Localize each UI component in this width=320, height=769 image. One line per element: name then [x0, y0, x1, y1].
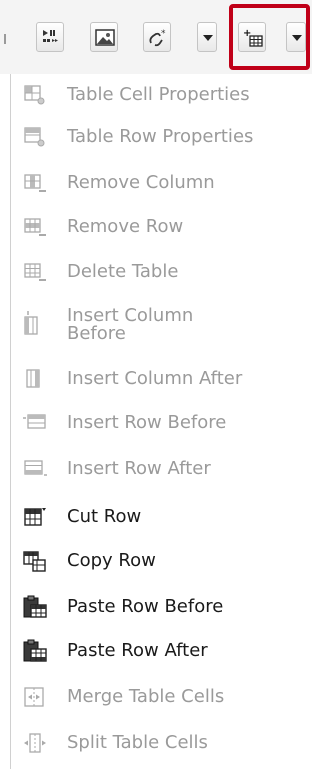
svg-text:*: *	[161, 29, 166, 39]
menu-item-label: Table Cell Properties	[67, 84, 250, 105]
menu-item-insert-column-before[interactable]: Insert Column Before	[11, 300, 313, 354]
insert-row-before-icon	[23, 411, 47, 435]
menu-item-remove-column[interactable]: Remove Column	[11, 162, 313, 204]
menu-item-insert-column-after[interactable]: Insert Column After	[11, 358, 313, 400]
menu-item-remove-row[interactable]: Remove Row	[11, 206, 313, 248]
insert-image-button[interactable]	[90, 22, 118, 52]
menu-item-insert-row-after[interactable]: Insert Row After	[11, 448, 313, 490]
remove-column-icon	[23, 171, 47, 195]
menu-item-label: Paste Row Before	[67, 596, 224, 617]
menu-item-insert-row-before[interactable]: Insert Row Before	[11, 402, 313, 444]
insert-table-button[interactable]: +	[238, 22, 266, 52]
table-dropdown-menu: Table Cell Properties Table Row Properti…	[10, 74, 313, 769]
table-cell-properties-icon	[23, 83, 47, 107]
menu-item-split-table-cells[interactable]: Split Table Cells	[11, 722, 313, 764]
split-table-cells-icon	[23, 731, 47, 755]
media-player-button[interactable]	[36, 22, 64, 52]
menu-item-label: Merge Table Cells	[67, 686, 225, 707]
menu-item-table-row-properties[interactable]: Table Row Properties	[11, 116, 313, 158]
delete-table-icon	[23, 260, 47, 284]
menu-item-label: Delete Table	[67, 261, 179, 282]
insert-row-after-icon	[23, 457, 47, 481]
menu-item-label: Insert Row Before	[67, 412, 227, 433]
menu-item-copy-row[interactable]: Copy Row	[11, 540, 313, 582]
menu-item-label: Remove Row	[67, 216, 184, 237]
insert-column-after-icon	[23, 367, 47, 391]
menu-item-label: Cut Row	[67, 506, 142, 527]
menu-item-label: Insert Row After	[67, 458, 211, 479]
menu-item-label: Split Table Cells	[67, 732, 208, 753]
menu-item-label: Paste Row After	[67, 640, 208, 661]
link-dropdown-button[interactable]	[197, 22, 217, 52]
remove-row-icon	[23, 215, 47, 239]
cut-row-icon	[23, 505, 47, 529]
toolbar-separator	[4, 34, 12, 44]
menu-item-paste-row-after[interactable]: Paste Row After	[11, 630, 313, 672]
menu-item-label: Insert Column After	[67, 368, 243, 389]
table-row-properties-icon	[23, 125, 47, 149]
menu-item-label: Insert Column Before	[67, 305, 194, 344]
paste-row-after-icon	[23, 639, 47, 663]
copy-row-icon	[23, 549, 47, 573]
menu-item-delete-table[interactable]: Delete Table	[11, 251, 313, 293]
table-dropdown-button[interactable]	[286, 22, 306, 52]
menu-item-cut-row[interactable]: Cut Row	[11, 496, 313, 538]
menu-item-label: Copy Row	[67, 550, 156, 571]
insert-column-before-icon	[23, 310, 47, 335]
insert-link-button[interactable]: *	[143, 22, 171, 52]
menu-item-label: Table Row Properties	[67, 126, 254, 147]
menu-item-table-cell-properties[interactable]: Table Cell Properties	[11, 74, 313, 116]
menu-item-label: Remove Column	[67, 172, 215, 193]
editor-toolbar: * +	[0, 0, 312, 74]
paste-row-before-icon	[23, 595, 47, 619]
menu-item-paste-row-before[interactable]: Paste Row Before	[11, 586, 313, 628]
merge-table-cells-icon	[23, 685, 47, 709]
menu-item-merge-table-cells[interactable]: Merge Table Cells	[11, 676, 313, 718]
